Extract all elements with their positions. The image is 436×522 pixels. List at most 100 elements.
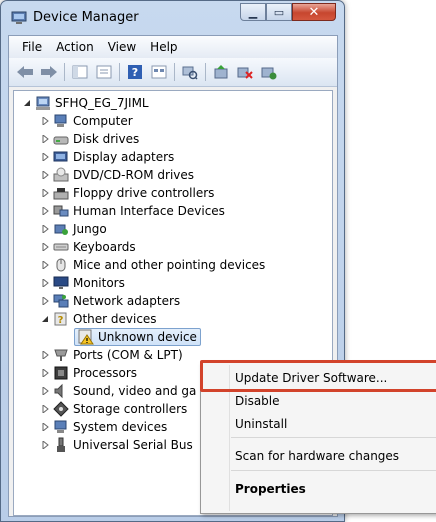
- tree-item-label: System devices: [73, 420, 168, 434]
- processor-icon: [53, 365, 69, 381]
- properties-icon[interactable]: [94, 62, 114, 82]
- expand-triangle-icon[interactable]: [40, 225, 49, 234]
- title-bar[interactable]: Device Manager ▁ ▭ ✕: [1, 1, 344, 35]
- tree-item[interactable]: Disk drives: [40, 130, 139, 148]
- tree-item[interactable]: Computer: [40, 112, 133, 130]
- tree-item-label: Display adapters: [73, 150, 175, 164]
- expand-triangle-icon[interactable]: [40, 189, 49, 198]
- menu-file[interactable]: File: [15, 40, 49, 54]
- tree-item[interactable]: Display adapters: [40, 148, 174, 166]
- show-hide-console-tree-icon[interactable]: [70, 62, 90, 82]
- tree-root-label: SFHQ_EG_7JIML: [55, 96, 149, 110]
- tree-item[interactable]: Human Interface Devices: [40, 202, 225, 220]
- tree-root-row[interactable]: SFHQ_EG_7JIML: [22, 94, 149, 112]
- update-driver-icon[interactable]: [211, 62, 231, 82]
- expand-triangle-icon[interactable]: [40, 207, 49, 216]
- toolbar-separator: [205, 63, 206, 81]
- expand-triangle-icon[interactable]: [40, 171, 49, 180]
- scan-hardware-icon[interactable]: [180, 62, 200, 82]
- tree-item[interactable]: DVD/CD-ROM drives: [40, 166, 194, 184]
- tree-item-label: Processors: [73, 366, 138, 380]
- selected-device[interactable]: Unknown device: [74, 328, 201, 346]
- collapse-triangle-icon[interactable]: [40, 315, 49, 324]
- computer-root-icon: [35, 95, 51, 111]
- tree-item[interactable]: Universal Serial Bus: [40, 436, 193, 454]
- other-devices-icon: ?: [53, 311, 69, 327]
- expand-triangle-icon[interactable]: [40, 405, 49, 414]
- expand-triangle-icon[interactable]: [40, 117, 49, 126]
- menu-properties[interactable]: Properties: [235, 482, 306, 496]
- minimize-button[interactable]: ▁: [240, 3, 266, 21]
- tree-item-label: Disk drives: [73, 132, 140, 146]
- expand-triangle-icon[interactable]: [40, 135, 49, 144]
- caption-buttons: ▁ ▭ ✕: [240, 3, 336, 23]
- expand-triangle-icon[interactable]: [40, 351, 49, 360]
- expand-triangle-icon[interactable]: [40, 153, 49, 162]
- menu-disable[interactable]: Disable: [235, 394, 280, 408]
- tree-item[interactable]: Keyboards: [40, 238, 136, 256]
- menu-separator: [231, 437, 436, 438]
- tree-item-label: Unknown device: [98, 330, 197, 344]
- expand-triangle-icon[interactable]: [40, 441, 49, 450]
- tree-item-label: Other devices: [73, 312, 157, 326]
- expand-triangle-icon[interactable]: [40, 387, 49, 396]
- tree-item-label: DVD/CD-ROM drives: [73, 168, 195, 182]
- menu-separator: [231, 470, 436, 471]
- menu-uninstall[interactable]: Uninstall: [235, 417, 287, 431]
- expand-triangle-icon[interactable]: [40, 261, 49, 270]
- help-icon[interactable]: ?: [125, 62, 145, 82]
- floppy-icon: [53, 185, 69, 201]
- tree-item-selected[interactable]: Unknown device: [74, 328, 201, 346]
- tree-item[interactable]: Processors: [40, 364, 137, 382]
- tree-item[interactable]: Floppy drive controllers: [40, 184, 214, 202]
- close-button[interactable]: ✕: [292, 3, 336, 21]
- toolbar: ?: [9, 58, 337, 87]
- expand-triangle-icon[interactable]: [40, 423, 49, 432]
- tree-item-label: Jungo: [73, 222, 107, 236]
- minimize-icon: ▁: [248, 5, 258, 19]
- menu-action[interactable]: Action: [49, 40, 101, 54]
- menu-help[interactable]: Help: [143, 40, 184, 54]
- window-title: Device Manager: [33, 10, 139, 25]
- tree-item-label: Network adapters: [73, 294, 181, 308]
- tree-item[interactable]: Jungo: [40, 220, 107, 238]
- display-adapter-icon: [53, 149, 69, 165]
- tree-item[interactable]: Ports (COM & LPT): [40, 346, 183, 364]
- tree-item[interactable]: Network adapters: [40, 292, 180, 310]
- tree-item-label: Human Interface Devices: [73, 204, 225, 218]
- port-icon: [53, 347, 69, 363]
- uninstall-icon[interactable]: [235, 62, 255, 82]
- expand-triangle-icon[interactable]: [40, 243, 49, 252]
- expand-triangle-icon[interactable]: [40, 369, 49, 378]
- menu-view[interactable]: View: [101, 40, 143, 54]
- toolbar-separator: [64, 63, 65, 81]
- collapse-triangle-icon[interactable]: [22, 99, 31, 108]
- mouse-icon: [53, 257, 69, 273]
- usb-icon: [53, 437, 69, 453]
- forward-icon[interactable]: [39, 62, 59, 82]
- tree-item-expanded[interactable]: ? Other devices: [40, 310, 157, 328]
- menu-bar: File Action View Help: [9, 36, 337, 58]
- tree-item[interactable]: Storage controllers: [40, 400, 187, 418]
- enable-device-icon[interactable]: [259, 62, 279, 82]
- tree-item-label: Floppy drive controllers: [73, 186, 215, 200]
- menu-scan-for-hardware-changes[interactable]: Scan for hardware changes: [235, 449, 399, 463]
- tree-item-label: Universal Serial Bus: [73, 438, 193, 452]
- tree-item[interactable]: Monitors: [40, 274, 125, 292]
- sound-icon: [53, 383, 69, 399]
- tree-item-label: Keyboards: [73, 240, 136, 254]
- tree-item[interactable]: System devices: [40, 418, 167, 436]
- jungo-icon: [53, 221, 69, 237]
- maximize-button[interactable]: ▭: [266, 3, 292, 21]
- expand-triangle-icon[interactable]: [40, 297, 49, 306]
- storage-icon: [53, 401, 69, 417]
- computer-icon: [53, 113, 69, 129]
- dvd-drive-icon: [53, 167, 69, 183]
- tree-item[interactable]: Sound, video and ga: [40, 382, 196, 400]
- tree-item-label: Monitors: [73, 276, 125, 290]
- view-icon[interactable]: [149, 62, 169, 82]
- tree-item[interactable]: Mice and other pointing devices: [40, 256, 265, 274]
- back-icon[interactable]: [15, 62, 35, 82]
- disk-drive-icon: [53, 131, 69, 147]
- expand-triangle-icon[interactable]: [40, 279, 49, 288]
